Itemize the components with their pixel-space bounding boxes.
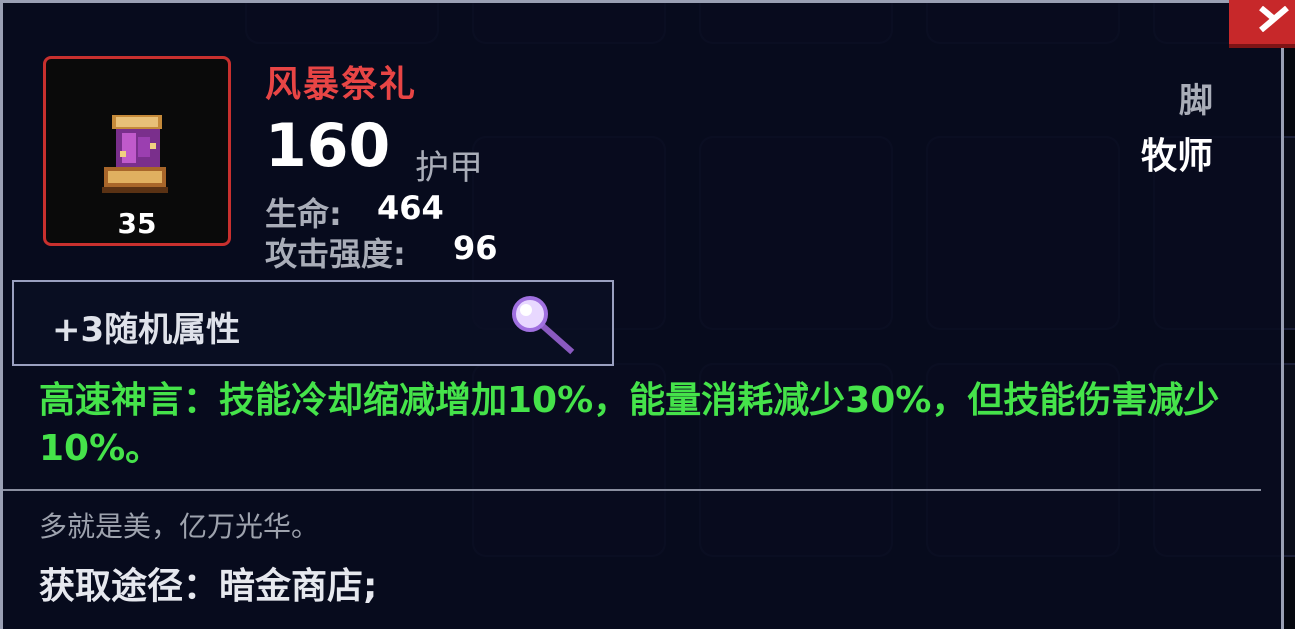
item-icon-frame: 35 xyxy=(43,56,231,246)
stat-value: 464 xyxy=(377,189,444,227)
item-tooltip-panel: 35 风暴祭礼 160 护甲 生命: 464 攻击强度: 96 脚 牧师 +3随… xyxy=(0,0,1284,629)
flavor-text: 多就是美，亿万光华。 xyxy=(39,510,320,543)
set-effect-text: 高速神言：技能冷却缩减增加10%，能量消耗减少30%，但技能伤害减少10%。 xyxy=(39,380,1220,469)
boot-icon xyxy=(94,111,182,203)
class-requirement: 牧师 xyxy=(1140,136,1213,177)
close-button[interactable] xyxy=(1229,0,1295,48)
magnifier-icon[interactable] xyxy=(508,292,578,360)
divider xyxy=(3,489,1261,491)
random-attributes-box[interactable]: +3随机属性 xyxy=(12,280,614,366)
source-text: 获取途径：暗金商店; xyxy=(39,566,378,607)
item-name: 风暴祭礼 xyxy=(265,64,418,105)
equipment-slot-type: 脚 xyxy=(1179,81,1213,121)
stat-row-attack: 攻击强度: 96 xyxy=(265,229,498,275)
close-icon xyxy=(1259,6,1289,32)
stat-value: 96 xyxy=(453,229,498,267)
random-attributes-label: +3随机属性 xyxy=(52,310,241,350)
armor-label: 护甲 xyxy=(415,148,483,188)
item-level: 35 xyxy=(117,207,157,240)
stat-name: 生命: xyxy=(265,195,342,233)
armor-value: 160 xyxy=(265,111,391,181)
stat-name: 攻击强度: xyxy=(265,235,406,273)
